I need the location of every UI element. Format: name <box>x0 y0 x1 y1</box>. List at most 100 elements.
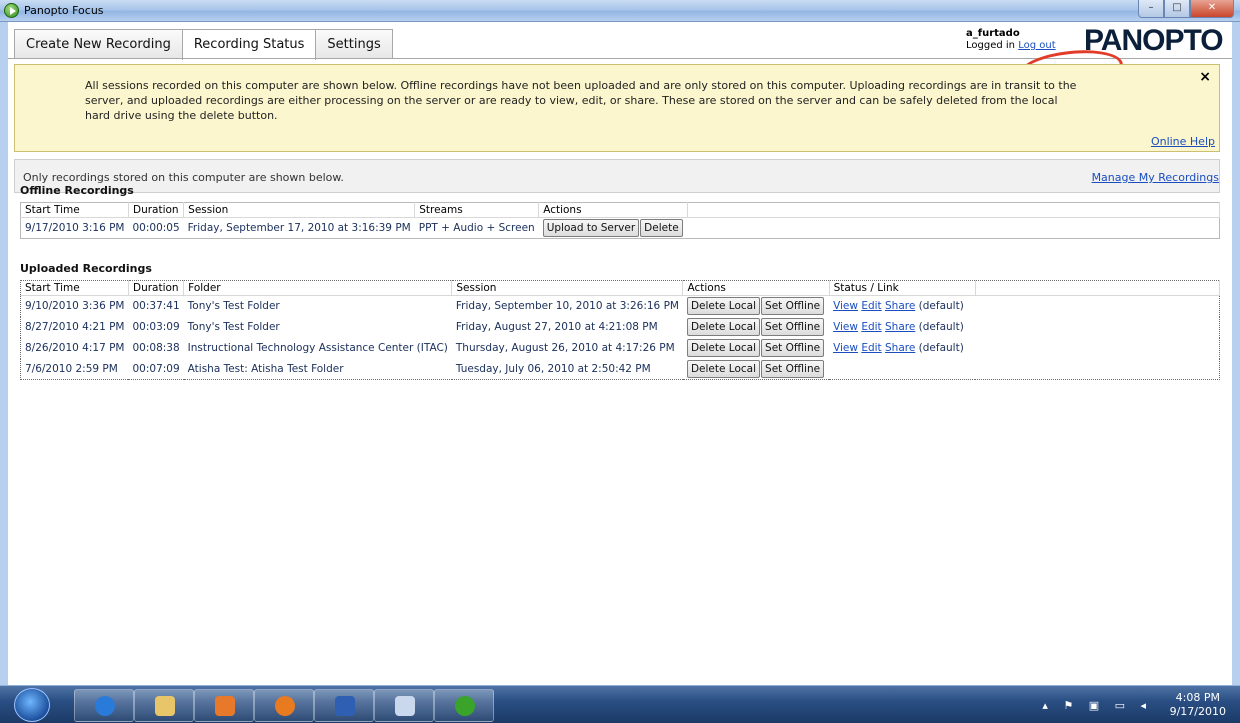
share-link[interactable]: Share <box>885 300 915 312</box>
view-link[interactable]: View <box>833 300 858 312</box>
panopto-icon[interactable] <box>434 689 494 722</box>
column-header-spacer <box>975 280 1221 296</box>
folder-cell: Tony's Test Folder <box>187 300 280 313</box>
username: a_furtado <box>966 28 1020 39</box>
app-client-area: Create New Recording Recording Status Se… <box>8 22 1232 685</box>
maximize-button[interactable]: □ <box>1164 0 1190 18</box>
uploaded-recordings-title: Uploaded Recordings <box>20 262 152 275</box>
start-time-cell: 8/27/2010 4:21 PM <box>25 321 125 333</box>
tab-settings[interactable]: Settings <box>315 29 393 59</box>
upload-to-server-button[interactable]: Upload to Server <box>542 219 640 237</box>
delete-local-button[interactable]: Delete Local <box>686 318 761 336</box>
logged-in-label: Logged in <box>966 40 1016 51</box>
system-tray-icons[interactable]: ▴ ⚑ ▣ ▭ ◂ <box>1042 699 1152 712</box>
column-header[interactable]: Start Time <box>20 202 129 218</box>
column-header[interactable]: Session <box>183 202 416 218</box>
windows-taskbar: ▴ ⚑ ▣ ▭ ◂ 4:08 PM 9/17/2010 <box>0 685 1240 723</box>
start-time-cell: 8/26/2010 4:17 PM <box>25 342 125 354</box>
actions-cell: Upload to Server Delete <box>539 218 688 239</box>
online-help-link[interactable]: Online Help <box>1151 135 1215 148</box>
table-row[interactable]: 9/10/2010 3:36 PM 00:37:41 Tony's Test Fol… <box>21 296 1220 317</box>
paint-icon[interactable] <box>374 689 434 722</box>
media-player-icon[interactable] <box>194 689 254 722</box>
session-cell: Friday, August 27, 2010 at 4:21:08 PM <box>455 321 658 333</box>
info-banner: All sessions recorded on this computer a… <box>14 64 1220 152</box>
table-header-row: Start Time Duration Folder Session Actio… <box>20 280 1221 296</box>
set-offline-button[interactable]: Set Offline <box>761 359 825 378</box>
session-cell: Friday, September 10, 2010 at 3:26:16 PM <box>455 300 679 313</box>
window-title-bar: Panopto Focus – □ ✕ <box>0 0 1240 22</box>
column-header[interactable]: Actions <box>538 202 689 218</box>
duration-cell: 00:37:41 <box>132 300 180 313</box>
share-link[interactable]: Share <box>885 342 915 354</box>
info-banner-text: All sessions recorded on this computer a… <box>85 79 1077 122</box>
firefox-icon[interactable] <box>254 689 314 722</box>
share-link[interactable]: Share <box>885 321 915 333</box>
tab-recording-status[interactable]: Recording Status <box>181 29 317 60</box>
internet-explorer-icon[interactable] <box>74 689 134 722</box>
delete-local-button[interactable]: Delete Local <box>686 359 761 378</box>
column-header[interactable]: Duration <box>128 280 185 296</box>
delete-button[interactable]: Delete <box>640 219 683 237</box>
table-row[interactable]: 8/27/2010 4:21 PM 00:03:09 Tony's Test Fol… <box>21 317 1220 338</box>
column-header[interactable]: Actions <box>682 280 830 296</box>
minimize-button[interactable]: – <box>1138 0 1164 18</box>
folder-cell: Instructional Technology Assistance Cent… <box>187 342 448 354</box>
manage-recordings-link[interactable]: Manage My Recordings <box>1092 171 1219 184</box>
column-header[interactable]: Duration <box>128 202 185 218</box>
folder-cell: Tony's Test Folder <box>187 321 280 333</box>
notice-text: Only recordings stored on this computer … <box>23 171 344 184</box>
actions-cell: Delete Local Set Offline <box>683 317 829 338</box>
duration-cell: 00:08:38 <box>132 342 180 354</box>
start-time-cell: 7/6/2010 2:59 PM <box>25 362 118 375</box>
offline-recordings-title: Offline Recordings <box>20 184 134 197</box>
window-controls: – □ ✕ <box>1138 0 1234 18</box>
window-border-left <box>0 22 8 685</box>
set-offline-button[interactable]: Set Offline <box>761 339 825 357</box>
panopto-app-icon <box>4 3 19 18</box>
edit-link[interactable]: Edit <box>861 342 881 354</box>
edit-link[interactable]: Edit <box>861 300 881 312</box>
start-time-cell: 9/17/2010 3:16 PM <box>25 222 125 234</box>
status-text: (default) <box>918 300 964 313</box>
column-header[interactable]: Status / Link <box>829 280 976 296</box>
column-header[interactable]: Start Time <box>20 280 129 296</box>
streams-cell: PPT + Audio + Screen <box>418 222 535 234</box>
status-link-cell: View Edit Share (default) <box>829 338 975 359</box>
actions-cell: Delete Local Set Offline <box>683 338 829 359</box>
column-header[interactable]: Session <box>451 280 684 296</box>
uploaded-recordings-body: 9/10/2010 3:36 PM 00:37:41 Tony's Test Fol… <box>21 296 1220 380</box>
file-explorer-icon[interactable] <box>134 689 194 722</box>
start-button-icon[interactable] <box>14 688 50 722</box>
session-cell: Tuesday, July 06, 2010 at 2:50:42 PM <box>455 362 651 375</box>
edit-link[interactable]: Edit <box>861 321 881 333</box>
close-button[interactable]: ✕ <box>1190 0 1234 18</box>
logout-link[interactable]: Log out <box>1018 40 1055 51</box>
banner-close-icon[interactable]: × <box>1199 69 1211 85</box>
table-row[interactable]: 7/6/2010 2:59 PM 00:07:09 Atisha Test: Ati… <box>21 359 1220 380</box>
delete-local-button[interactable]: Delete Local <box>686 339 761 357</box>
tab-create-new-recording[interactable]: Create New Recording <box>14 29 183 59</box>
view-link[interactable]: View <box>833 321 858 333</box>
clock-date: 9/17/2010 <box>1169 705 1226 718</box>
column-header[interactable]: Streams <box>414 202 540 218</box>
tab-strip: Create New Recording Recording Status Se… <box>14 29 393 60</box>
window-border-right <box>1232 22 1240 685</box>
set-offline-button[interactable]: Set Offline <box>761 318 825 336</box>
status-link-cell: View Edit Share (default) <box>829 296 975 317</box>
view-link[interactable]: View <box>833 342 858 354</box>
word-icon[interactable] <box>314 689 374 722</box>
duration-cell: 00:07:09 <box>132 362 180 375</box>
user-info: a_furtado Logged in Log out <box>966 28 1056 52</box>
taskbar-clock[interactable]: 4:08 PM 9/17/2010 <box>1170 691 1226 719</box>
set-offline-button[interactable]: Set Offline <box>761 297 825 316</box>
table-row[interactable]: 9/17/2010 3:16 PM 00:00:05 Friday, Septe… <box>21 218 1220 239</box>
table-row[interactable]: 8/26/2010 4:17 PM 00:08:38 Instructional T… <box>21 338 1220 359</box>
column-header[interactable]: Folder <box>183 280 453 296</box>
duration-cell: 00:03:09 <box>132 321 180 333</box>
session-cell: Thursday, August 26, 2010 at 4:17:26 PM <box>455 342 675 354</box>
actions-cell: Delete Local Set Offline <box>683 359 829 380</box>
duration-cell: 00:00:05 <box>132 222 180 234</box>
column-header-spacer <box>687 202 1220 218</box>
delete-local-button[interactable]: Delete Local <box>686 297 761 316</box>
